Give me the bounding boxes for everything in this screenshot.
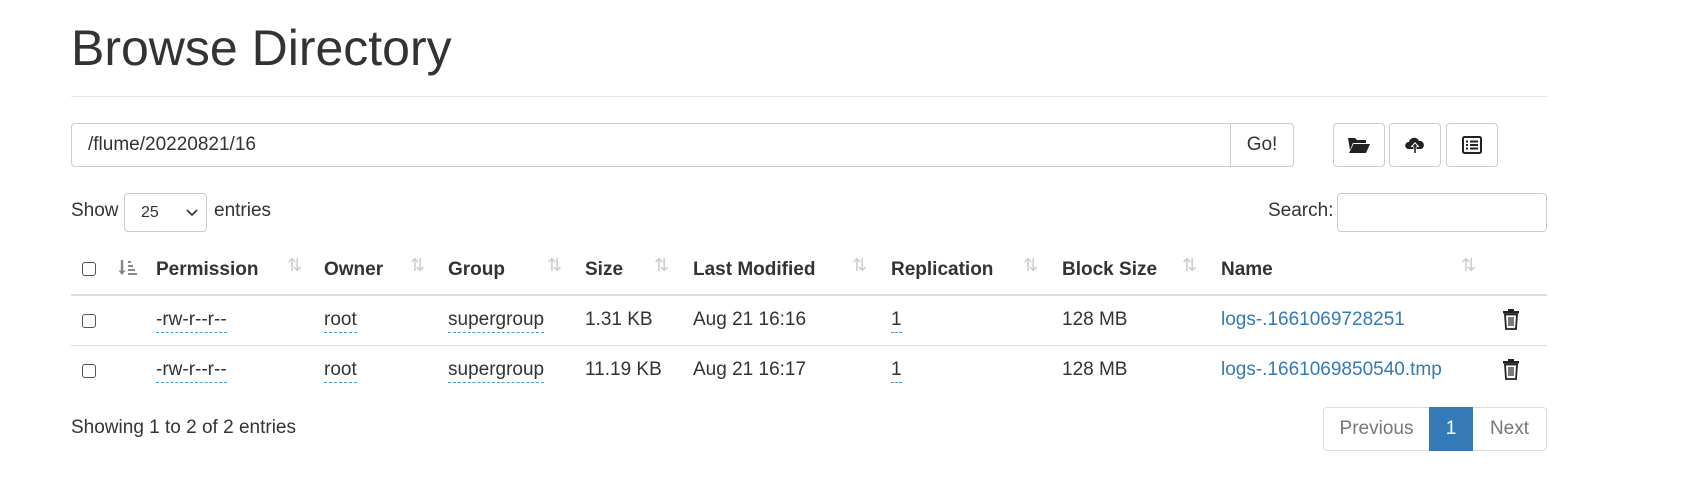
table-header: Permission ⇅ Owner ⇅ Group ⇅ Size ⇅ Last… [71, 246, 1547, 296]
block-size-cell: 128 MB [1062, 359, 1128, 380]
column-header-owner[interactable]: Owner [324, 259, 383, 281]
owner-cell[interactable]: root [324, 359, 357, 383]
directory-path-input[interactable] [71, 123, 1230, 167]
group-cell[interactable]: supergroup [448, 309, 545, 333]
go-button[interactable]: Go! [1230, 123, 1294, 167]
column-header-permission[interactable]: Permission [156, 259, 258, 281]
size-cell: 1.31 KB [585, 309, 653, 330]
owner-cell[interactable]: root [324, 309, 357, 333]
search-input[interactable] [1337, 193, 1547, 232]
sort-icon[interactable]: ⇅ [1023, 256, 1038, 274]
entries-label: entries [214, 200, 272, 221]
pagination: Previous 1 Next [1323, 407, 1547, 451]
replication-cell[interactable]: 1 [891, 359, 902, 383]
divider [71, 96, 1547, 97]
permission-cell[interactable]: -rw-r--r-- [156, 309, 227, 333]
column-header-name[interactable]: Name [1221, 259, 1273, 281]
table-row: -rw-r--r-- root supergroup 11.19 KB Aug … [71, 346, 1547, 396]
table-info: Showing 1 to 2 of 2 entries [71, 417, 296, 438]
last-modified-cell: Aug 21 16:17 [693, 359, 807, 380]
file-name-link[interactable]: logs-.1661069728251 [1221, 309, 1405, 331]
sort-icon[interactable]: ⇅ [852, 256, 867, 274]
upload-button[interactable] [1389, 123, 1441, 167]
select-all-checkbox[interactable] [82, 262, 96, 276]
permission-cell[interactable]: -rw-r--r-- [156, 359, 227, 383]
search-label: Search: [1268, 200, 1334, 221]
sort-icon[interactable]: ⇅ [654, 256, 669, 274]
group-cell[interactable]: supergroup [448, 359, 545, 383]
column-header-replication[interactable]: Replication [891, 259, 993, 281]
path-bar: Go! [71, 123, 1294, 167]
size-cell: 11.19 KB [585, 359, 662, 380]
sort-ascending-icon[interactable] [117, 258, 137, 278]
sort-icon[interactable]: ⇅ [410, 256, 425, 274]
show-label: Show [71, 200, 119, 221]
column-header-block-size[interactable]: Block Size [1062, 259, 1157, 281]
column-header-last-modified[interactable]: Last Modified [693, 259, 815, 281]
sort-icon[interactable]: ⇅ [287, 256, 302, 274]
sort-icon[interactable]: ⇅ [1461, 256, 1476, 274]
column-header-size[interactable]: Size [585, 259, 623, 281]
next-page-button[interactable]: Next [1473, 407, 1547, 451]
cut-paste-button[interactable] [1446, 123, 1498, 167]
cloud-upload-icon [1405, 137, 1424, 154]
previous-page-button[interactable]: Previous [1323, 407, 1429, 451]
create-directory-button[interactable] [1333, 123, 1385, 167]
page-1-button[interactable]: 1 [1429, 407, 1473, 451]
block-size-cell: 128 MB [1062, 309, 1128, 330]
sort-icon[interactable]: ⇅ [547, 256, 562, 274]
replication-cell[interactable]: 1 [891, 309, 902, 333]
column-header-group[interactable]: Group [448, 259, 505, 281]
list-alt-icon [1462, 136, 1482, 154]
row-checkbox[interactable] [82, 314, 96, 328]
chevron-down-icon [186, 208, 198, 216]
trash-icon[interactable] [1502, 308, 1520, 330]
entries-per-page-select[interactable]: 25 [124, 193, 207, 232]
trash-icon[interactable] [1502, 358, 1520, 380]
page-title: Browse Directory [71, 20, 452, 76]
file-name-link[interactable]: logs-.1661069850540.tmp [1221, 359, 1442, 381]
row-checkbox[interactable] [82, 364, 96, 378]
last-modified-cell: Aug 21 16:16 [693, 309, 807, 330]
entries-per-page-value: 25 [141, 203, 159, 221]
folder-open-icon [1348, 138, 1370, 153]
sort-icon[interactable]: ⇅ [1182, 256, 1197, 274]
table-row: -rw-r--r-- root supergroup 1.31 KB Aug 2… [71, 296, 1547, 346]
